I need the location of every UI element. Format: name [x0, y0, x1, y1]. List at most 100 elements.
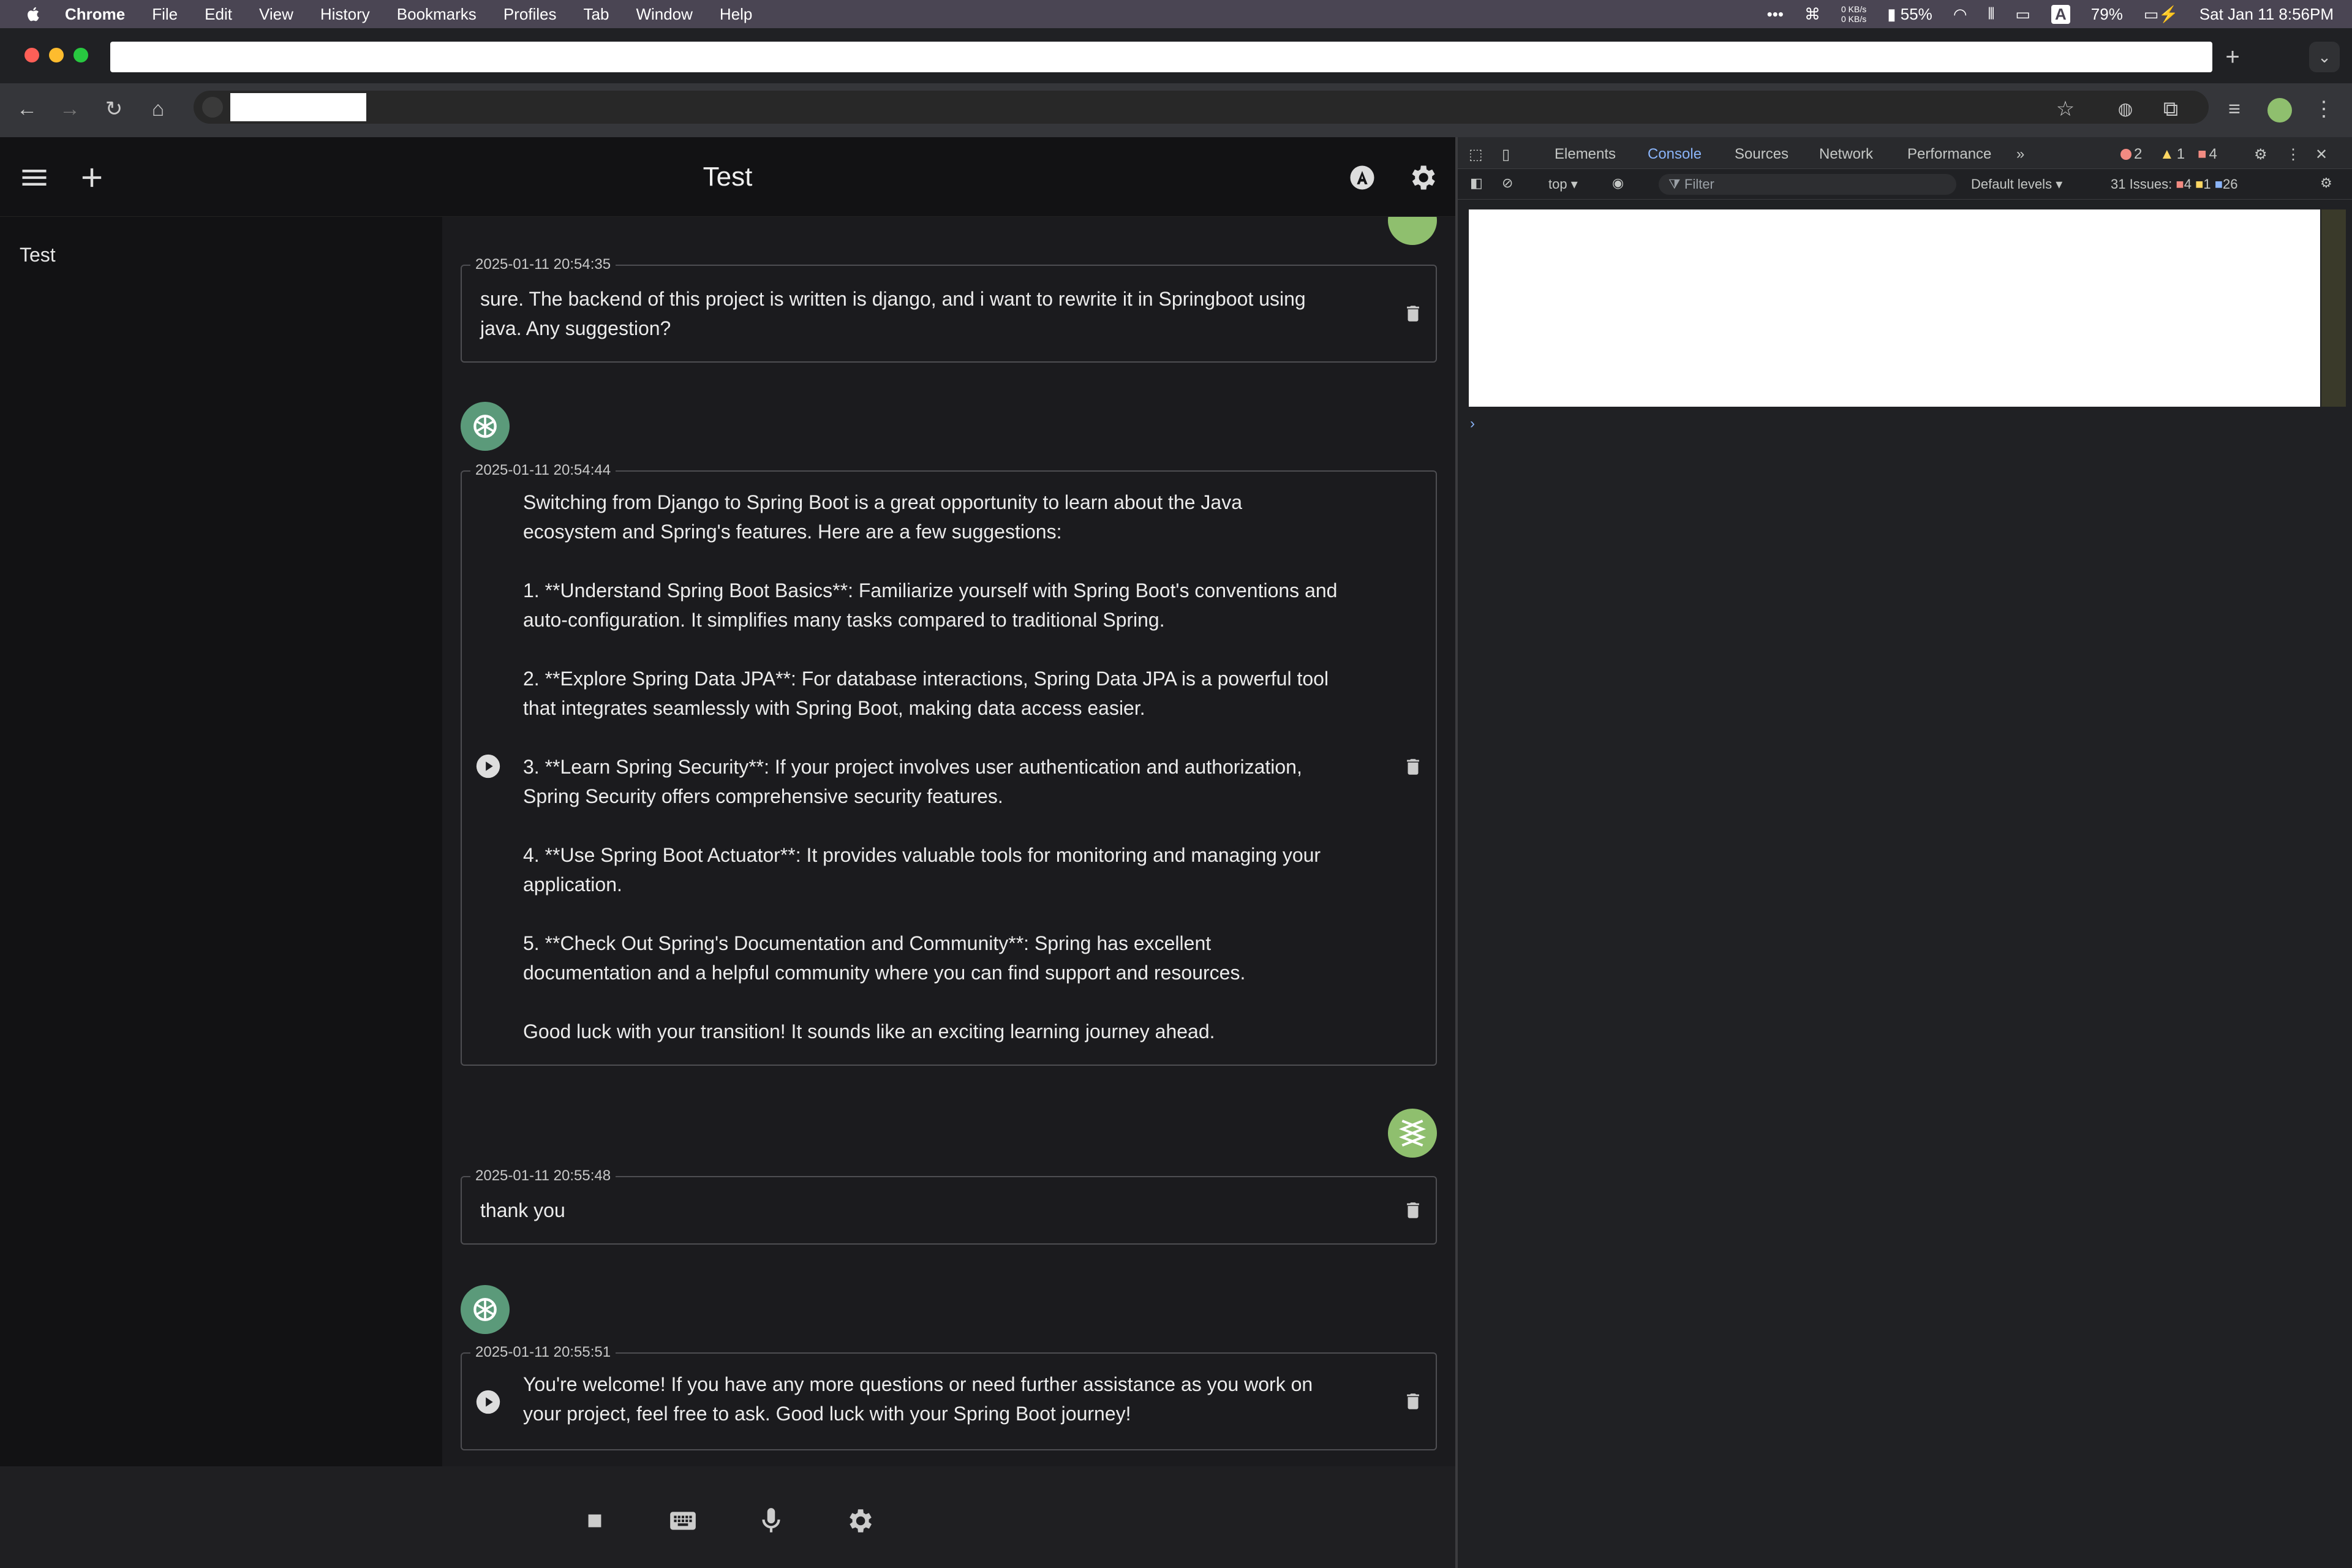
warning-count[interactable]: ▲ 1 [2160, 146, 2185, 163]
input-settings-icon[interactable] [844, 1506, 875, 1536]
input-source-icon[interactable]: A [2051, 4, 2070, 24]
message-text: Switching from Django to Spring Boot is … [523, 491, 1338, 1042]
menu-file[interactable]: File [152, 5, 178, 24]
devtools-settings-icon[interactable]: ⚙ [2254, 146, 2267, 164]
input-bar [0, 1466, 1455, 1568]
macos-menubar: Chrome File Edit View History Bookmarks … [0, 0, 2352, 28]
profile-avatar-icon[interactable] [2266, 96, 2293, 123]
tab-performance[interactable]: Performance [1907, 146, 1991, 163]
close-window-button[interactable] [24, 48, 39, 62]
console-prompt[interactable]: › [1470, 415, 1475, 432]
user-avatar [1388, 1109, 1437, 1158]
more-dots-icon[interactable]: ••• [1767, 5, 1784, 24]
message-card: 2025-01-11 20:55:51 You're welcome! If y… [461, 1344, 1437, 1450]
menu-profiles[interactable]: Profiles [503, 5, 557, 24]
delete-message-icon[interactable] [1403, 755, 1423, 779]
delete-message-icon[interactable] [1403, 1389, 1423, 1414]
menu-window[interactable]: Window [636, 5, 692, 24]
error-count[interactable]: 2 [2120, 146, 2142, 163]
address-bar[interactable] [194, 91, 2209, 124]
tab-console[interactable]: Console [1648, 146, 1702, 172]
reading-list-icon[interactable]: ≡ [2221, 96, 2248, 123]
microphone-icon[interactable] [756, 1506, 786, 1536]
menu-edit[interactable]: Edit [205, 5, 232, 24]
site-info-icon[interactable] [202, 97, 223, 118]
message-card: 2025-01-11 20:55:48 thank you [461, 1167, 1437, 1245]
devtools-menu-icon[interactable]: ⋮ [2286, 146, 2301, 164]
assistant-avatar [461, 402, 510, 451]
battery-percent: 79% [2090, 4, 2123, 23]
message-text: sure. The backend of this project is wri… [480, 288, 1306, 339]
airpods-icon[interactable]: ⫴ [1988, 4, 1995, 24]
filter-icon: ⧩ [1668, 176, 1681, 192]
cpu-monitor[interactable]: ▮ 55% [1887, 5, 1932, 24]
keyboard-icon[interactable] [668, 1506, 698, 1536]
devtools-tabs: ⬚ ▯ Elements Console Sources Network Per… [1458, 137, 2352, 172]
apple-icon[interactable] [24, 5, 43, 23]
new-tab-icon[interactable]: + [2217, 42, 2248, 72]
context-select[interactable]: top ▾ [1548, 176, 1578, 192]
back-icon[interactable]: ← [13, 96, 40, 123]
wifi-icon[interactable]: ◠ [1953, 5, 1967, 24]
sidebar-item-test[interactable]: Test [20, 244, 56, 266]
zoom-window-button[interactable] [74, 48, 88, 62]
message-timestamp: 2025-01-11 20:54:44 [470, 462, 616, 479]
tab-sources[interactable]: Sources [1735, 146, 1789, 163]
message-timestamp: 2025-01-11 20:55:51 [470, 1344, 616, 1361]
clear-console-icon[interactable]: ⊘ [1502, 175, 1513, 191]
chat-transcript[interactable]: 2025-01-11 20:54:35 sure. The backend of… [442, 217, 1455, 1466]
menu-bookmarks[interactable]: Bookmarks [397, 5, 477, 24]
battery-icon[interactable]: ▭⚡ [2144, 5, 2179, 24]
delete-message-icon[interactable] [1403, 301, 1423, 326]
network-monitor: 0 KB/s 0 KB/s [1841, 4, 1867, 24]
play-audio-icon[interactable] [474, 752, 502, 780]
live-expression-icon[interactable]: ◉ [1612, 175, 1624, 191]
console-toolbar: ◧ ⊘ top ▾ ◉ ⧩ Filter Default levels ▾ 31… [1458, 169, 2352, 200]
message-card: 2025-01-11 20:54:44 Switching from Djang… [461, 462, 1437, 1066]
delete-message-icon[interactable] [1403, 1198, 1423, 1223]
tab-network[interactable]: Network [1819, 146, 1873, 163]
page-title: Test [703, 162, 753, 192]
settings-icon[interactable] [1406, 162, 1438, 194]
datetime[interactable]: Sat Jan 11 8:56PM [2199, 5, 2334, 24]
menu-view[interactable]: View [259, 5, 293, 24]
tab-search-icon[interactable]: ⌄ [2309, 42, 2340, 72]
device-toolbar-icon[interactable]: ▯ [1502, 146, 1510, 164]
menu-history[interactable]: History [320, 5, 370, 24]
menu-help[interactable]: Help [720, 5, 752, 24]
app-header: Test [0, 137, 1455, 217]
sync-icon[interactable]: ⌘ [1804, 5, 1820, 24]
message-timestamp: 2025-01-11 20:55:48 [470, 1167, 616, 1185]
console-settings-icon[interactable]: ⚙ [2320, 175, 2332, 191]
extensions-icon[interactable]: ⧉ [2157, 96, 2184, 123]
reload-icon[interactable]: ↻ [100, 96, 127, 123]
chrome-menu-icon[interactable]: ⋮ [2310, 96, 2337, 123]
issues-badge[interactable]: ■ 4 [2198, 146, 2217, 163]
message-timestamp: 2025-01-11 20:54:35 [470, 256, 616, 273]
home-icon[interactable]: ⌂ [145, 96, 172, 123]
url-text[interactable] [230, 93, 366, 121]
tab-elements[interactable]: Elements [1555, 146, 1616, 163]
issues-count[interactable]: 31 Issues: ■4 ■1 ■26 [2111, 176, 2238, 192]
devtools-close-icon[interactable]: ✕ [2315, 146, 2328, 164]
sidebar-toggle-icon[interactable]: ◧ [1470, 175, 1483, 191]
devtools-panel: ⬚ ▯ Elements Console Sources Network Per… [1458, 137, 2352, 1568]
minimize-window-button[interactable] [49, 48, 64, 62]
stop-icon[interactable] [579, 1506, 610, 1536]
auto-mode-icon[interactable] [1346, 162, 1378, 194]
extension-translate-icon[interactable]: ◍ [2112, 96, 2139, 123]
bookmark-star-icon[interactable]: ☆ [2052, 96, 2079, 123]
play-audio-icon[interactable] [474, 1388, 502, 1416]
display-icon[interactable]: ▭ [2015, 5, 2030, 24]
log-levels-select[interactable]: Default levels ▾ [1971, 176, 2062, 192]
assistant-avatar [461, 1285, 510, 1334]
more-tabs-icon[interactable]: » [2016, 146, 2024, 163]
console-messages-edge [2321, 209, 2346, 407]
forward-icon[interactable]: → [56, 96, 83, 123]
inspect-element-icon[interactable]: ⬚ [1469, 146, 1483, 164]
sidebar: Test [0, 217, 442, 1546]
menu-app-name[interactable]: Chrome [65, 5, 125, 24]
filter-input[interactable]: ⧩ Filter [1659, 174, 1956, 195]
browser-tab[interactable] [110, 42, 2212, 72]
menu-tab[interactable]: Tab [584, 5, 609, 24]
